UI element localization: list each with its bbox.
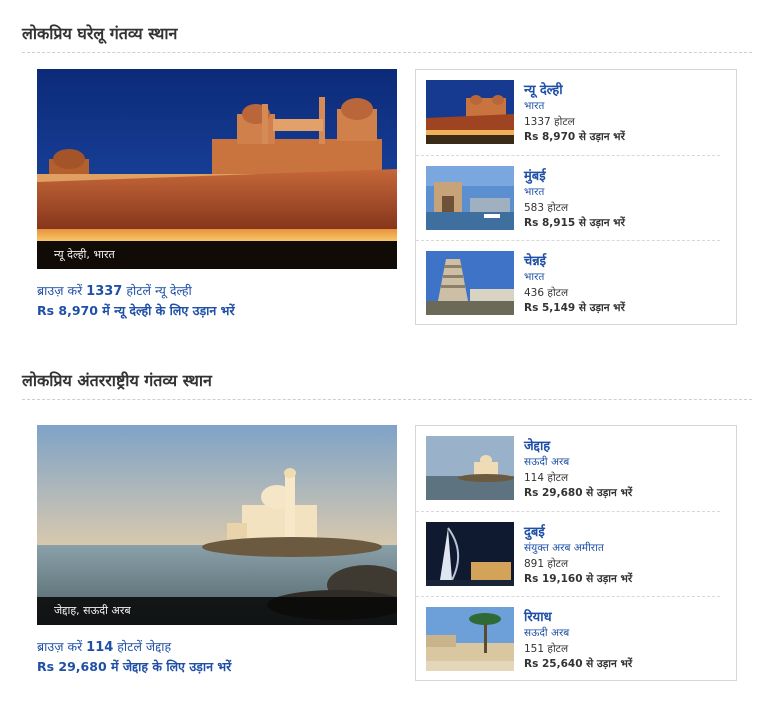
domestic-feature-caption-bar: न्यू देल्ही, भारत — [37, 241, 397, 269]
destination-hotel-count: 151 होटल — [524, 643, 569, 655]
domestic-fare-link[interactable]: Rs 8,970 में न्यू देल्ही के लिए उड़ान भर… — [37, 302, 235, 319]
list-item[interactable]: मुंबई भारत 583 होटल Rs 8,915 से उड़ान भर… — [416, 156, 736, 241]
browse-prefix: ब्राउज़ करें — [37, 283, 83, 298]
international-feature-image[interactable]: जेद्दाह, सऊदी अरब — [37, 425, 397, 625]
browse-suffix: होटलें जेद्दाह — [117, 639, 172, 654]
destination-fare: Rs 29,680 से उड़ान भरें — [524, 487, 633, 499]
international-destination-list: जेद्दाह सऊदी अरब 114 होटल Rs 29,680 से उ… — [415, 425, 737, 681]
domestic-destination-list: न्यू देल्ही भारत 1337 होटल Rs 8,970 से उ… — [415, 69, 737, 325]
list-item[interactable]: रियाध सऊदी अरब 151 होटल Rs 25,640 से उड़… — [416, 597, 736, 682]
international-browse-link[interactable]: ब्राउज़ करें 114 होटलें जेद्दाह — [37, 638, 171, 655]
domestic-browse-link[interactable]: ब्राउज़ करें 1337 होटलें न्यू देल्ही — [37, 282, 192, 299]
domestic-feature-image[interactable]: न्यू देल्ही, भारत — [37, 69, 397, 269]
domestic-divider — [22, 52, 752, 53]
destination-fare: Rs 5,149 से उड़ान भरें — [524, 302, 625, 314]
list-item[interactable]: चेन्नई भारत 436 होटल Rs 5,149 से उड़ान भ… — [416, 241, 736, 326]
destination-country: संयुक्त अरब अमीरात — [524, 542, 604, 554]
list-item[interactable]: जेद्दाह सऊदी अरब 114 होटल Rs 29,680 से उ… — [416, 426, 736, 511]
destination-fare: Rs 25,640 से उड़ान भरें — [524, 658, 633, 670]
destination-hotel-count: 583 होटल — [524, 202, 569, 214]
destination-thumbnail[interactable] — [426, 251, 514, 315]
international-section-title: लोकप्रिय अंतरराष्ट्रीय गंतव्य स्थान — [22, 371, 212, 390]
destination-hotel-count: 114 होटल — [524, 472, 569, 484]
international-feature-caption-bar: जेद्दाह, सऊदी अरब — [37, 597, 397, 625]
destination-name[interactable]: दुबई — [524, 522, 545, 540]
international-divider — [22, 399, 752, 400]
browse-prefix: ब्राउज़ करें — [37, 639, 83, 654]
destination-country: सऊदी अरब — [524, 456, 570, 468]
destination-name[interactable]: चेन्नई — [524, 251, 546, 269]
destination-fare: Rs 8,915 से उड़ान भरें — [524, 217, 625, 229]
destination-hotel-count: 1337 होटल — [524, 116, 575, 128]
domestic-section-title: लोकप्रिय घरेलू गंतव्य स्थान — [22, 24, 178, 43]
destination-hotel-count: 436 होटल — [524, 287, 569, 299]
international-feature-caption: जेद्दाह, सऊदी अरब — [54, 604, 131, 617]
destination-name[interactable]: रियाध — [524, 607, 552, 625]
list-item[interactable]: दुबई संयुक्त अरब अमीरात 891 होटल Rs 19,1… — [416, 512, 736, 597]
browse-count: 1337 — [86, 284, 123, 299]
destination-country: भारत — [524, 186, 545, 198]
browse-suffix: होटलें न्यू देल्ही — [126, 283, 192, 298]
destination-country: सऊदी अरब — [524, 627, 570, 639]
destination-thumbnail[interactable] — [426, 522, 514, 586]
destination-name[interactable]: मुंबई — [524, 166, 546, 184]
destination-country: भारत — [524, 271, 545, 283]
destination-country: भारत — [524, 100, 545, 112]
destination-fare: Rs 8,970 से उड़ान भरें — [524, 131, 625, 143]
destination-thumbnail[interactable] — [426, 607, 514, 671]
destination-name[interactable]: जेद्दाह — [524, 436, 550, 454]
destination-thumbnail[interactable] — [426, 80, 514, 144]
international-fare-link[interactable]: Rs 29,680 में जेद्दाह के लिए उड़ान भरें — [37, 658, 231, 675]
destination-thumbnail[interactable] — [426, 166, 514, 230]
list-item[interactable]: न्यू देल्ही भारत 1337 होटल Rs 8,970 से उ… — [416, 70, 736, 155]
destination-fare: Rs 19,160 से उड़ान भरें — [524, 573, 633, 585]
browse-count: 114 — [86, 640, 114, 655]
destination-thumbnail[interactable] — [426, 436, 514, 500]
destination-name[interactable]: न्यू देल्ही — [524, 80, 563, 98]
destination-hotel-count: 891 होटल — [524, 558, 569, 570]
domestic-feature-caption: न्यू देल्ही, भारत — [54, 248, 115, 261]
